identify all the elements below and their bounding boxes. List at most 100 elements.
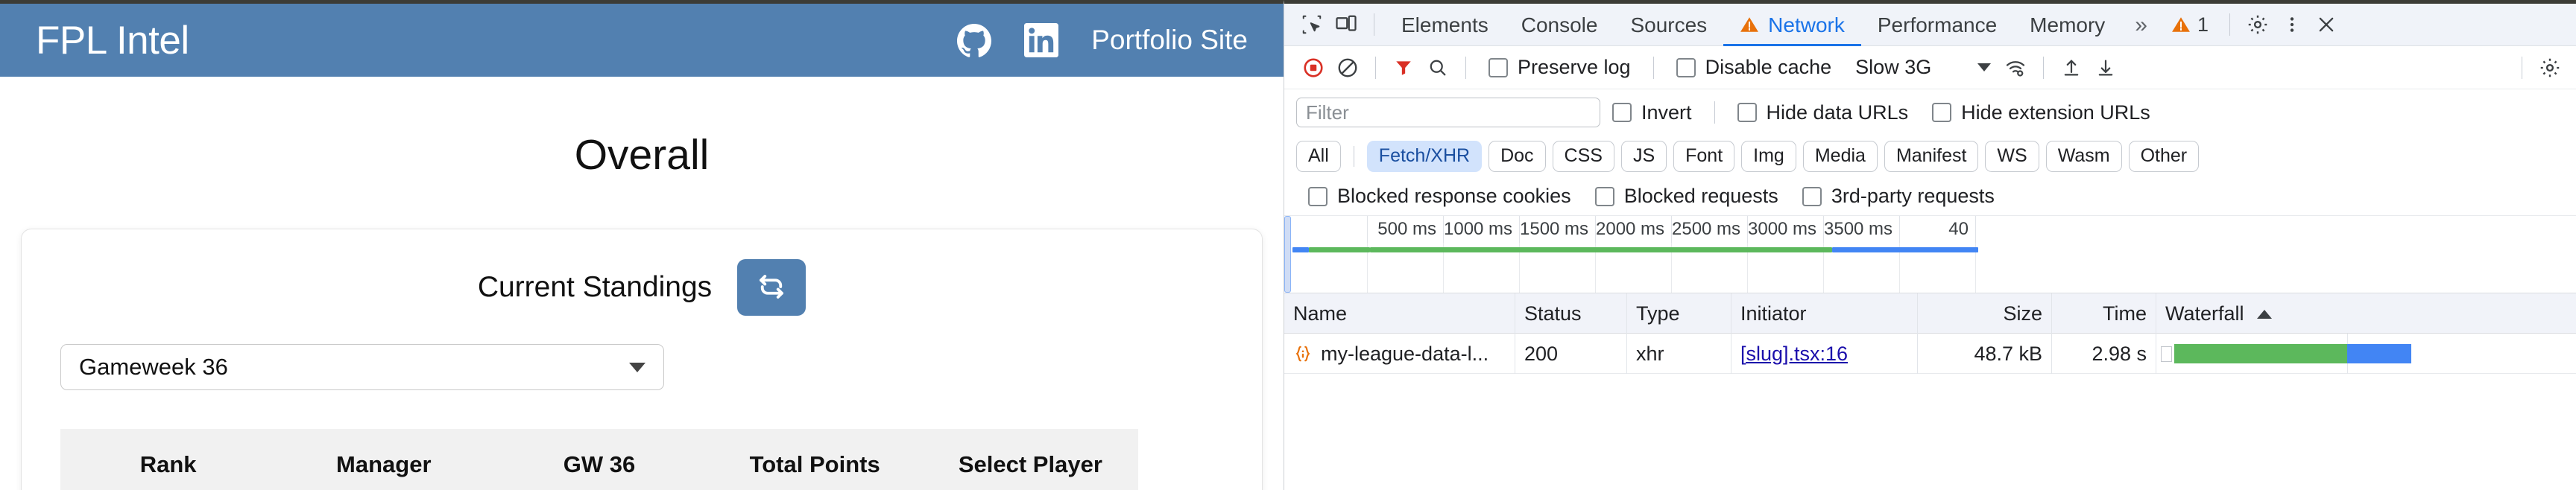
timeline-selection-handle-left[interactable] <box>1284 216 1291 293</box>
third-party-requests-label: 3rd-party requests <box>1831 185 1995 207</box>
filter-row: Invert Hide data URLs Hide extension URL… <box>1284 89 2576 136</box>
search-icon[interactable] <box>1421 51 1455 85</box>
json-file-icon <box>1295 346 1310 361</box>
record-stop-icon[interactable] <box>1296 51 1330 85</box>
table-row[interactable]: my-league-data-l... 200 xhr [slug].tsx:1… <box>1284 333 2576 374</box>
column-header-waterfall[interactable]: Waterfall <box>2156 293 2576 334</box>
chip-other[interactable]: Other <box>2128 140 2200 173</box>
blocked-requests-checkbox[interactable]: Blocked requests <box>1583 185 1790 208</box>
header-nav: Portfolio Site <box>957 23 1248 57</box>
column-header-select-player[interactable]: Select Player <box>923 429 1138 490</box>
app-header: FPL Intel Portfolio Site <box>0 4 1284 77</box>
hide-data-urls-checkbox[interactable]: Hide data URLs <box>1726 101 1921 124</box>
filterbar-divider-1 <box>1714 101 1715 124</box>
column-header-size[interactable]: Size <box>1918 293 2052 334</box>
throttling-value: Slow 3G <box>1855 56 1932 78</box>
standings-table-header-row: Rank Manager GW 36 Total Points Select P… <box>60 429 1138 490</box>
overview-band-blue-2 <box>1832 247 1978 252</box>
preserve-log-checkbox[interactable]: Preserve log <box>1477 56 1643 79</box>
tab-memory[interactable]: Memory <box>2013 4 2121 46</box>
column-header-waterfall-label: Waterfall <box>2165 302 2244 325</box>
portfolio-site-link[interactable]: Portfolio Site <box>1091 25 1248 56</box>
column-header-gw[interactable]: GW 36 <box>491 429 707 490</box>
timeline-tick: 3000 ms <box>1748 216 1824 243</box>
column-header-name[interactable]: Name <box>1284 293 1515 334</box>
chip-img[interactable]: Img <box>1741 140 1796 173</box>
clear-icon[interactable] <box>1330 51 1365 85</box>
app-brand: FPL Intel <box>36 18 189 63</box>
refresh-button[interactable] <box>737 259 806 316</box>
chip-js[interactable]: JS <box>1620 140 1667 173</box>
checkbox-box <box>1802 186 1822 206</box>
warning-triangle-icon <box>2172 17 2190 32</box>
checkbox-box <box>1932 103 1952 122</box>
chip-css[interactable]: CSS <box>1552 140 1614 173</box>
chip-all[interactable]: All <box>1296 140 1341 173</box>
column-header-type[interactable]: Type <box>1627 293 1731 334</box>
request-waterfall-cell <box>2156 333 2576 374</box>
tab-performance[interactable]: Performance <box>1861 4 2013 46</box>
chip-doc[interactable]: Doc <box>1489 140 1546 173</box>
blocked-response-cookies-checkbox[interactable]: Blocked response cookies <box>1296 185 1583 208</box>
gear-icon[interactable] <box>2533 51 2567 85</box>
request-initiator-link[interactable]: [slug].tsx:16 <box>1740 343 1848 365</box>
netbar-divider-2 <box>1465 56 1466 79</box>
column-header-initiator[interactable]: Initiator <box>1731 293 1918 334</box>
overview-band-green-2 <box>1370 247 1832 252</box>
chevron-down-icon <box>629 362 645 372</box>
third-party-requests-checkbox[interactable]: 3rd-party requests <box>1790 185 2007 208</box>
chip-fetch-xhr[interactable]: Fetch/XHR <box>1366 140 1483 173</box>
request-name-cell[interactable]: my-league-data-l... <box>1284 333 1515 374</box>
invert-checkbox[interactable]: Invert <box>1600 101 1704 124</box>
column-header-total-points[interactable]: Total Points <box>707 429 923 490</box>
checkbox-box <box>1594 186 1614 206</box>
chip-ws[interactable]: WS <box>1985 140 2039 173</box>
request-name-text: my-league-data-l... <box>1321 342 1489 365</box>
close-icon[interactable] <box>2309 7 2343 42</box>
timeline-ruler: 500 ms 1000 ms 1500 ms 2000 ms 2500 ms 3… <box>1284 216 2576 243</box>
tab-elements[interactable]: Elements <box>1385 4 1505 46</box>
more-tabs-button[interactable]: » <box>2121 4 2161 46</box>
device-toolbar-icon[interactable] <box>1329 7 1363 42</box>
chip-font[interactable]: Font <box>1673 140 1735 173</box>
tab-network-label: Network <box>1768 13 1845 36</box>
netbar-divider-1 <box>1375 56 1376 79</box>
kebab-menu-icon[interactable] <box>2275 7 2309 42</box>
column-header-manager[interactable]: Manager <box>276 429 491 490</box>
tab-console[interactable]: Console <box>1505 4 1614 46</box>
network-overview-timeline[interactable]: 500 ms 1000 ms 1500 ms 2000 ms 2500 ms 3… <box>1284 216 2576 293</box>
gear-icon[interactable] <box>2241 7 2275 42</box>
warning-count-badge[interactable]: 1 <box>2161 13 2219 36</box>
column-header-time[interactable]: Time <box>2052 293 2156 334</box>
chip-media[interactable]: Media <box>1802 140 1878 173</box>
inspect-element-icon[interactable] <box>1295 7 1329 42</box>
tab-network[interactable]: Network <box>1723 4 1861 46</box>
network-conditions-icon[interactable] <box>1998 51 2033 85</box>
netbar-divider-3 <box>1652 56 1654 79</box>
hide-extension-urls-checkbox[interactable]: Hide extension URLs <box>1920 101 2162 124</box>
waterfall-waiting-bar <box>2174 343 2347 363</box>
throttling-select[interactable]: Slow 3G <box>1843 56 1998 79</box>
waterfall-download-bar <box>2347 343 2411 363</box>
column-header-status[interactable]: Status <box>1515 293 1627 334</box>
filter-funnel-icon[interactable] <box>1386 51 1421 85</box>
disable-cache-checkbox[interactable]: Disable cache <box>1664 56 1844 79</box>
column-header-rank[interactable]: Rank <box>60 429 276 490</box>
devtools-tabbar: Elements Console Sources Network Perform… <box>1284 4 2576 46</box>
timeline-tick: 1000 ms <box>1444 216 1520 243</box>
warning-count-value: 1 <box>2197 13 2209 36</box>
current-standings-card: Current Standings Gameweek 36 Rank Manag… <box>21 229 1263 490</box>
chip-wasm[interactable]: Wasm <box>2045 140 2122 173</box>
chip-manifest[interactable]: Manifest <box>1884 140 1979 173</box>
blocked-requests-label: Blocked requests <box>1623 185 1778 207</box>
linkedin-icon[interactable] <box>1024 23 1059 57</box>
github-icon[interactable] <box>957 23 992 57</box>
request-status-cell: 200 <box>1515 333 1627 374</box>
import-har-icon[interactable] <box>2054 51 2089 85</box>
filter-input[interactable] <box>1296 98 1600 127</box>
export-har-icon[interactable] <box>2089 51 2123 85</box>
tab-sources[interactable]: Sources <box>1614 4 1723 46</box>
resource-type-filters: All Fetch/XHR Doc CSS JS Font Img Media … <box>1284 136 2576 177</box>
blocked-response-cookies-label: Blocked response cookies <box>1337 185 1571 207</box>
gameweek-select[interactable]: Gameweek 36 <box>60 344 664 390</box>
